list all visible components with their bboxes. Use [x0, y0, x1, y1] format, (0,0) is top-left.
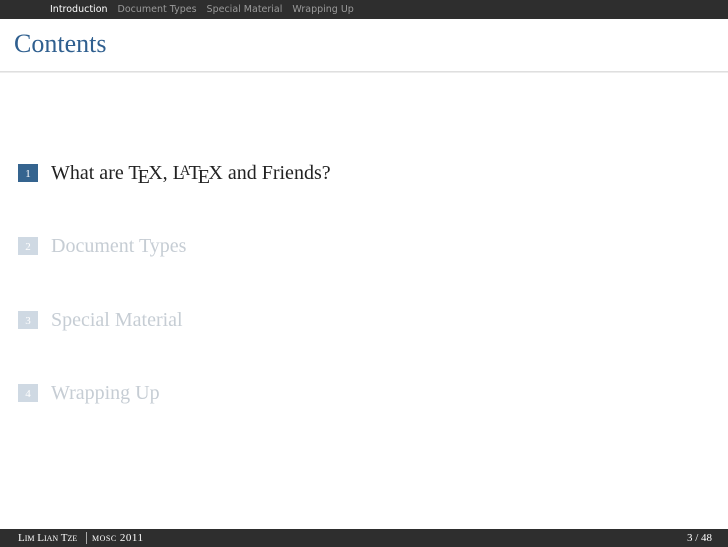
section-navigation-bar: Introduction Document Types Special Mate…	[0, 0, 728, 19]
toc-item-number: 1	[18, 164, 38, 182]
nav-section-wrapping-up[interactable]: Wrapping Up	[292, 3, 353, 16]
page-counter: 3 / 48	[687, 529, 712, 547]
tex-logo: TEX	[128, 162, 163, 188]
nav-section-introduction[interactable]: Introduction	[50, 3, 108, 16]
latex-logo: LATEX	[173, 162, 223, 188]
footer-separator	[86, 532, 87, 544]
toc-item-label: Special Material	[51, 309, 183, 331]
toc-label-start: What are	[51, 162, 129, 184]
footer-bar: Lim Lian Tze MOSC 2011 3 / 48	[0, 529, 728, 547]
footer-author: Lim Lian Tze	[18, 532, 78, 544]
toc-item-number: 3	[18, 311, 38, 329]
toc-item-label: Wrapping Up	[51, 382, 160, 404]
nav-section-document-types[interactable]: Document Types	[118, 3, 197, 16]
toc-label-end: and Friends?	[222, 162, 331, 184]
nav-section-special-material[interactable]: Special Material	[207, 3, 283, 16]
tex-logo-e: E	[137, 166, 150, 189]
tex-logo-x: X	[148, 162, 163, 184]
footer-event: MOSC 2011	[92, 532, 144, 544]
toc-item-number: 2	[18, 237, 38, 255]
toc-item-label: What are TEX, LATEX and Friends?	[51, 158, 331, 190]
section-navigation: Introduction Document Types Special Mate…	[50, 3, 354, 16]
latex-logo-x: X	[208, 162, 223, 184]
frame-title: Contents	[14, 29, 107, 58]
toc-label-comma: ,	[162, 162, 173, 184]
toc-item-number: 4	[18, 384, 38, 402]
page-separator: /	[692, 532, 701, 544]
toc-item-label: Document Types	[51, 235, 187, 257]
title-divider	[0, 71, 728, 73]
page-total: 48	[701, 532, 712, 544]
latex-logo-a: A	[179, 162, 191, 179]
latex-logo-e: E	[197, 166, 210, 189]
